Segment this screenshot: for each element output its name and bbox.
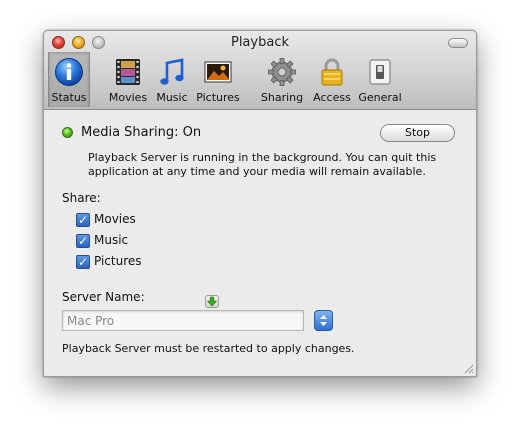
switch-icon bbox=[369, 59, 391, 85]
checkbox-label: Movies bbox=[94, 212, 136, 226]
tab-label: Access bbox=[313, 91, 351, 104]
photo-icon bbox=[204, 61, 232, 83]
server-name-stepper[interactable] bbox=[314, 310, 333, 331]
stop-button[interactable]: Stop bbox=[380, 124, 455, 142]
tab-music[interactable]: Music bbox=[154, 52, 190, 107]
toolbar-toggle-button[interactable] bbox=[448, 38, 468, 48]
tab-pictures[interactable]: Pictures bbox=[194, 52, 242, 107]
status-description: Playback Server is running in the backgr… bbox=[88, 151, 437, 178]
resize-grip-icon[interactable] bbox=[462, 362, 474, 374]
tab-movies[interactable]: Movies bbox=[108, 52, 148, 107]
gear-icon bbox=[268, 58, 296, 86]
tab-label: Sharing bbox=[260, 91, 304, 104]
tab-label: Music bbox=[156, 91, 188, 104]
tab-label: Pictures bbox=[196, 91, 240, 104]
server-name-field[interactable] bbox=[62, 310, 304, 331]
checkmark-icon: ✓ bbox=[76, 213, 90, 227]
tab-status[interactable]: Status bbox=[48, 52, 90, 107]
restart-note: Playback Server must be restarted to app… bbox=[62, 342, 355, 355]
film-icon bbox=[116, 59, 140, 85]
share-label: Share: bbox=[62, 191, 101, 205]
lock-icon bbox=[321, 58, 343, 86]
checkmark-icon: ✓ bbox=[76, 255, 90, 269]
checkbox-label: Pictures bbox=[94, 254, 142, 268]
tab-label: Movies bbox=[108, 91, 148, 104]
up-down-arrows-icon bbox=[320, 315, 327, 326]
toolbar: Playback Status Movies Music Pictures Sh… bbox=[44, 31, 476, 110]
music-note-icon bbox=[160, 58, 184, 85]
checkmark-icon: ✓ bbox=[76, 234, 90, 248]
tab-general[interactable]: General bbox=[356, 52, 404, 107]
info-icon bbox=[55, 58, 83, 86]
window-title: Playback bbox=[230, 35, 289, 50]
status-title: Media Sharing: On bbox=[81, 125, 202, 140]
green-arrow-icon[interactable] bbox=[205, 295, 219, 308]
server-name-label: Server Name: bbox=[62, 290, 145, 304]
tab-access[interactable]: Access bbox=[310, 52, 354, 107]
checkbox-label: Music bbox=[94, 233, 129, 247]
status-pane: Media Sharing: On Stop Playback Server i… bbox=[44, 110, 476, 376]
preferences-window: Playback Status Movies Music Pictures Sh… bbox=[43, 30, 477, 377]
status-indicator bbox=[62, 127, 73, 138]
tab-label: General bbox=[358, 91, 402, 104]
tab-sharing[interactable]: Sharing bbox=[260, 52, 304, 107]
tab-label: Status bbox=[51, 91, 87, 104]
